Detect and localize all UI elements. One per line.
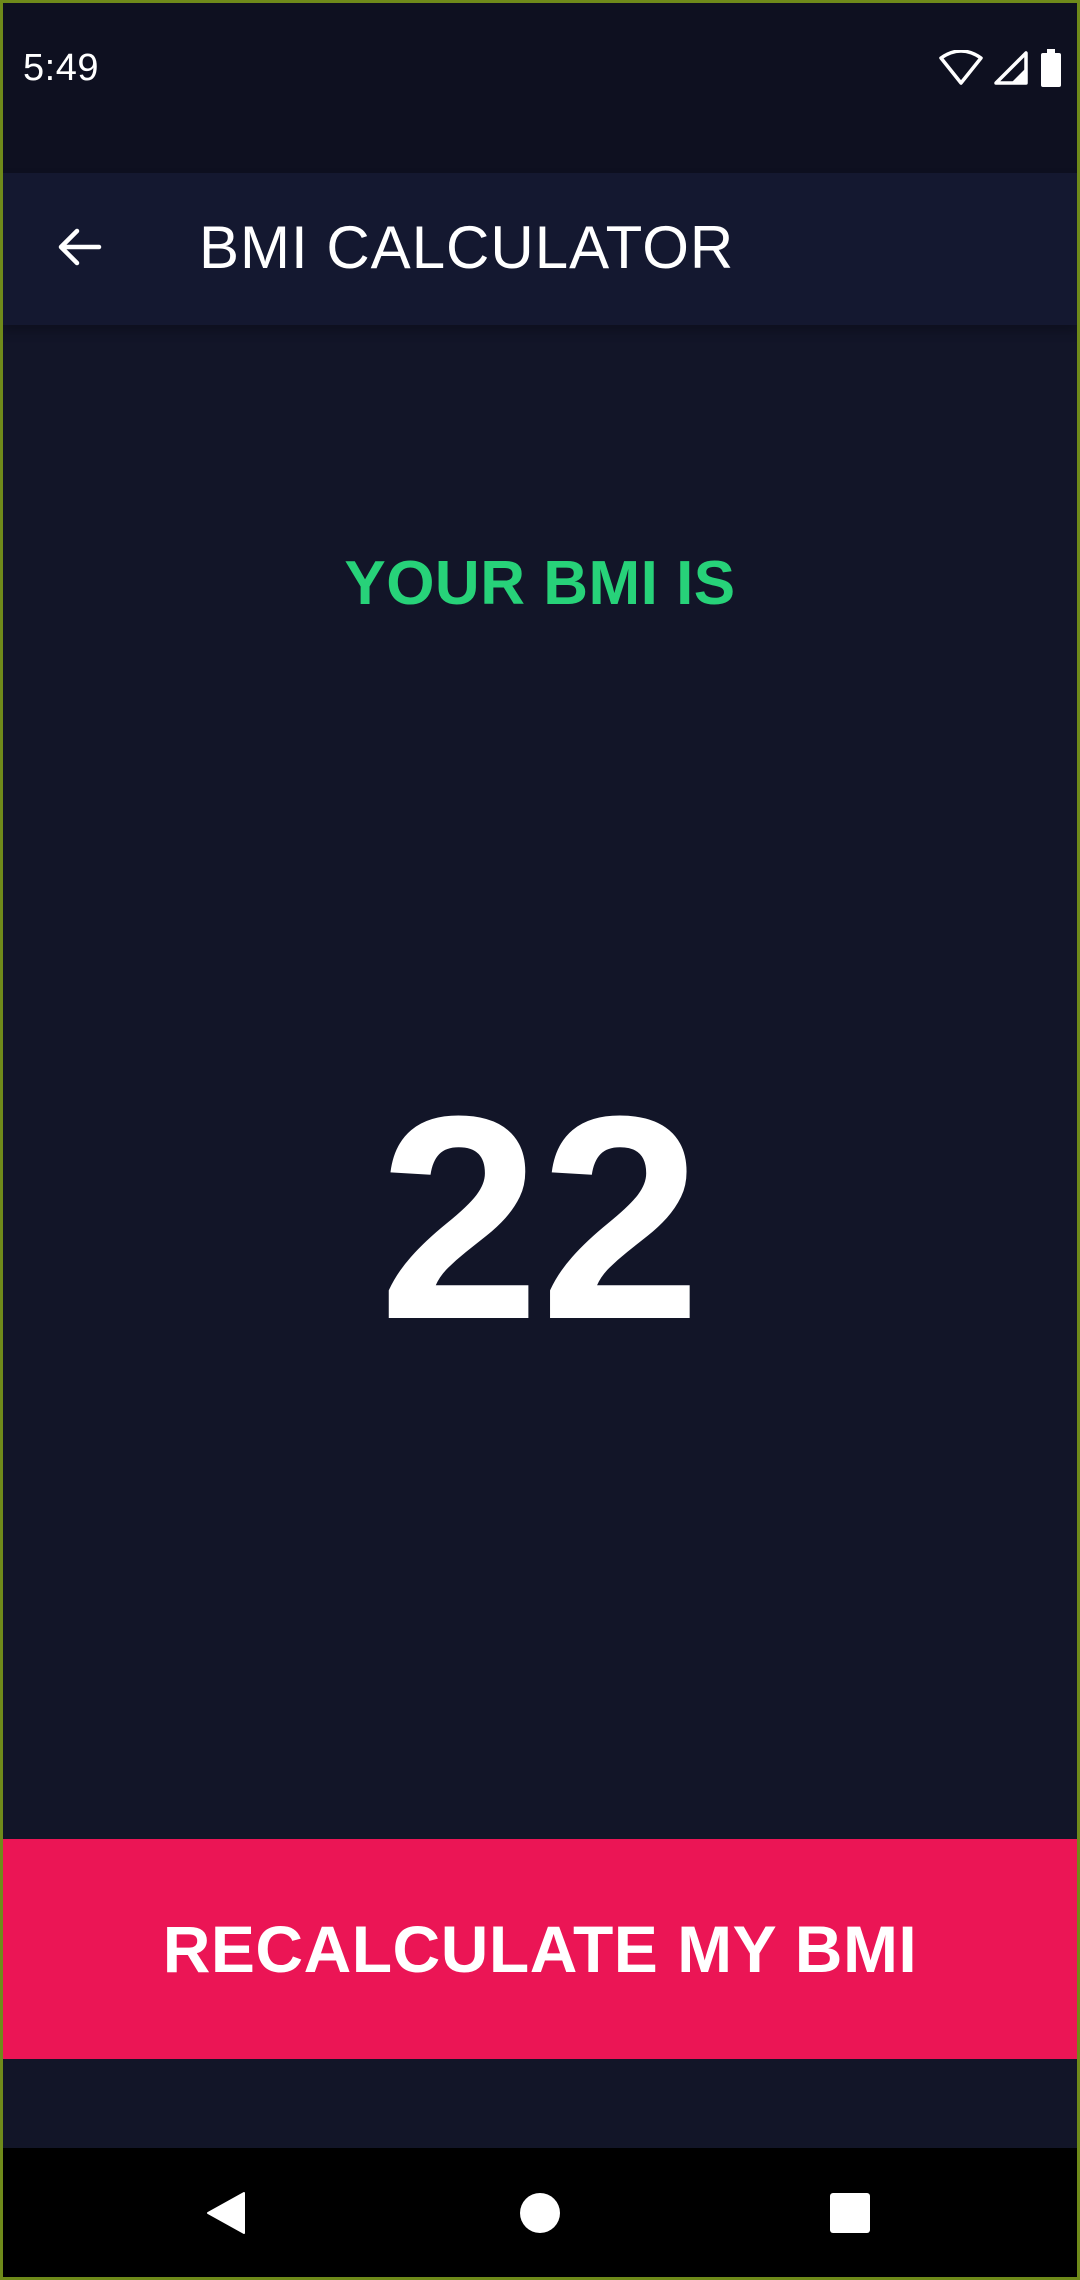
bmi-result-screen: 5:49 BMI CALCULATOR YOUR BMI IS 22 RECAL… bbox=[0, 0, 1080, 2280]
recalculate-button[interactable]: RECALCULATE MY BMI bbox=[3, 1839, 1077, 2059]
wifi-icon bbox=[939, 49, 983, 91]
nav-recents-button[interactable] bbox=[780, 2148, 920, 2277]
system-nav-bar bbox=[3, 2148, 1077, 2277]
nav-home-button[interactable] bbox=[470, 2148, 610, 2277]
app-bar: BMI CALCULATOR bbox=[3, 173, 1077, 325]
signal-icon bbox=[993, 50, 1029, 91]
nav-back-button[interactable] bbox=[156, 2148, 296, 2277]
back-triangle-icon bbox=[204, 2189, 248, 2242]
arrow-back-icon bbox=[55, 223, 103, 276]
page-title: BMI CALCULATOR bbox=[199, 214, 735, 281]
recalculate-button-label: RECALCULATE MY BMI bbox=[162, 1912, 918, 1986]
status-icons bbox=[939, 49, 1063, 92]
home-circle-icon bbox=[518, 2191, 562, 2240]
status-time: 5:49 bbox=[23, 47, 99, 89]
bmi-value: 22 bbox=[378, 1056, 702, 1380]
recents-square-icon bbox=[828, 2191, 872, 2240]
result-label: YOUR BMI IS bbox=[344, 549, 736, 618]
back-button[interactable] bbox=[47, 217, 111, 281]
battery-icon bbox=[1039, 49, 1063, 92]
status-bar: 5:49 bbox=[3, 3, 1077, 173]
